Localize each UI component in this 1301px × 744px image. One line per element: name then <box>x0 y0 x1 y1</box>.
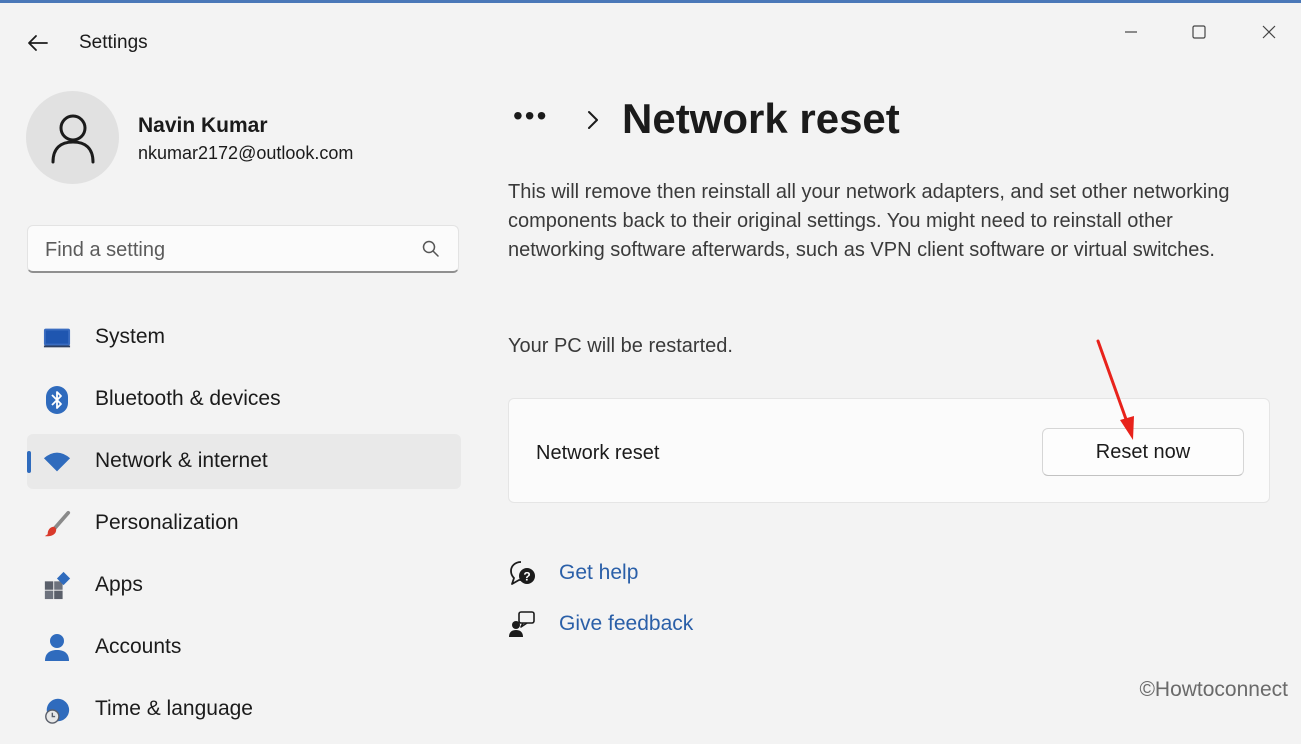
sidebar-item-label: Personalization <box>95 511 239 534</box>
title-bar: Settings <box>0 3 1301 73</box>
sidebar-item-label: Apps <box>95 573 143 596</box>
help-chat-icon: ? <box>510 561 535 585</box>
brush-icon <box>43 510 71 538</box>
person-avatar-icon <box>51 114 94 163</box>
sidebar-item-network[interactable]: Network & internet <box>27 434 461 489</box>
sidebar-item-label: Bluetooth & devices <box>95 387 281 410</box>
back-button[interactable] <box>22 27 54 59</box>
search-box[interactable] <box>27 225 459 273</box>
user-profile[interactable]: Navin Kumar nkumar2172@outlook.com <box>26 91 466 186</box>
maximize-icon <box>1192 25 1206 39</box>
sidebar-item-personalization[interactable]: Personalization <box>27 496 461 551</box>
back-arrow-icon <box>28 35 48 51</box>
description-text: This will remove then reinstall all your… <box>508 181 1230 261</box>
apps-icon <box>43 571 71 600</box>
selected-indicator <box>27 451 31 473</box>
sidebar-item-label: Network & internet <box>95 449 268 472</box>
maximize-button[interactable] <box>1176 15 1222 49</box>
sidebar-item-apps[interactable]: Apps <box>27 558 461 613</box>
sidebar-item-label: Time & language <box>95 697 253 720</box>
get-help-label[interactable]: Get help <box>559 561 638 585</box>
watermark: ©Howtoconnect <box>1139 678 1288 701</box>
close-icon <box>1262 25 1276 39</box>
minimize-icon <box>1125 31 1137 33</box>
network-reset-card: Network reset Reset now <box>508 398 1270 503</box>
give-feedback-link[interactable]: Give feedback <box>508 608 728 640</box>
give-feedback-label[interactable]: Give feedback <box>559 612 693 636</box>
svg-text:?: ? <box>523 570 530 584</box>
close-button[interactable] <box>1246 15 1292 49</box>
sidebar-item-system[interactable]: System <box>27 310 461 365</box>
restart-note: Your PC will be restarted. <box>508 335 733 357</box>
minimize-button[interactable] <box>1108 15 1154 49</box>
reset-now-button[interactable]: Reset now <box>1042 428 1244 476</box>
clock-icon <box>43 696 71 724</box>
sidebar-item-label: Accounts <box>95 635 182 658</box>
search-icon[interactable] <box>422 240 440 258</box>
breadcrumb-more-button[interactable]: ••• <box>513 100 548 132</box>
feedback-icon <box>509 611 535 637</box>
sidebar-item-bluetooth[interactable]: Bluetooth & devices <box>27 372 461 427</box>
app-title: Settings <box>79 32 148 53</box>
sidebar-item-time-language[interactable]: Time & language <box>27 682 461 737</box>
sidebar-item-label: System <box>95 325 166 348</box>
user-name: Navin Kumar <box>138 114 268 137</box>
wifi-icon <box>43 448 71 476</box>
get-help-link[interactable]: ? Get help <box>508 557 708 589</box>
avatar[interactable] <box>26 91 119 184</box>
chevron-right-icon <box>588 111 598 129</box>
user-email: nkumar2172@outlook.com <box>138 143 354 163</box>
sidebar-item-accounts[interactable]: Accounts <box>27 620 461 675</box>
sidebar-nav: System Bluetooth & devices Network & int… <box>27 310 461 744</box>
search-input[interactable] <box>43 234 407 266</box>
monitor-icon <box>43 324 71 352</box>
card-label: Network reset <box>536 442 660 464</box>
bluetooth-icon <box>43 386 71 414</box>
person-icon <box>43 634 71 662</box>
page-title: Network reset <box>622 95 900 142</box>
